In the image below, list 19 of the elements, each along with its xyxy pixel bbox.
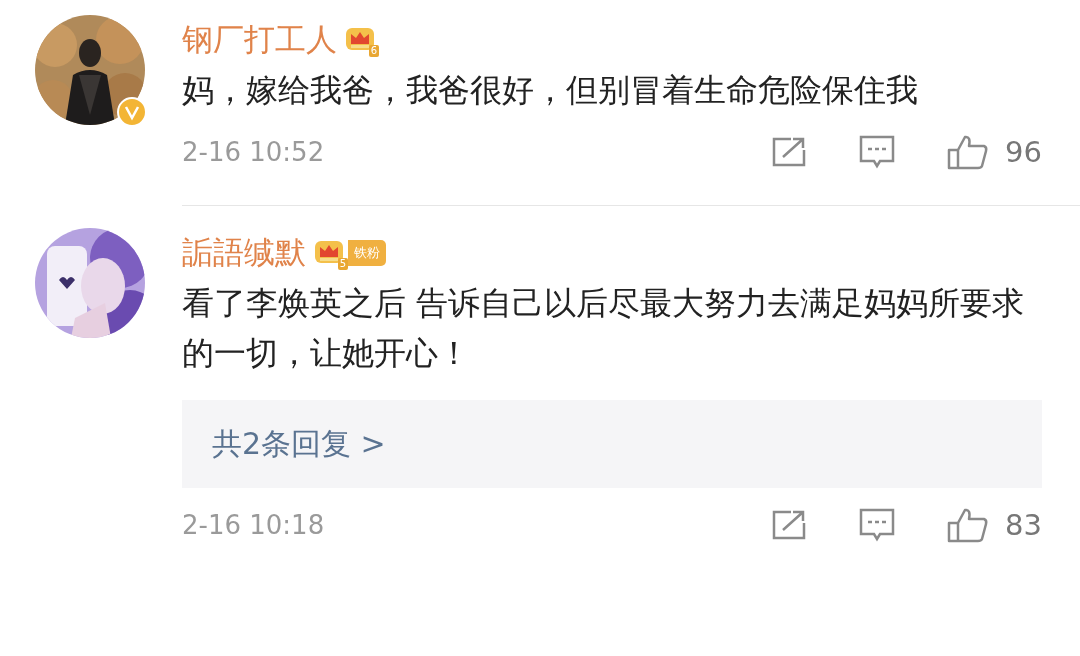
level-number: 5 [337, 258, 348, 270]
fan-tag: 铁粉 [348, 240, 386, 266]
comment-text: 妈，嫁给我爸，我爸很好，但别冒着生命危险保住我 [182, 70, 919, 111]
comment-icon[interactable] [859, 135, 896, 169]
user-name[interactable]: 詬語缄默 [182, 232, 306, 274]
verified-badge-icon [117, 97, 147, 127]
like-icon[interactable] [947, 507, 990, 543]
level-number: 6 [368, 45, 379, 57]
like-count: 83 [1005, 508, 1042, 542]
share-icon[interactable] [771, 509, 808, 541]
comment-time: 2-16 10:18 [182, 510, 325, 540]
comment-text: 看了李焕英之后 告诉自己以后尽最大努力去满足妈妈所要求的一切，让她开心！ [182, 283, 1026, 374]
user-name[interactable]: 钢厂打工人 [182, 19, 337, 61]
replies-link[interactable]: 共2条回复 > [182, 400, 1042, 488]
share-icon[interactable] [771, 136, 808, 168]
comment-icon[interactable] [859, 508, 896, 542]
like-icon[interactable] [947, 134, 990, 170]
comment-time: 2-16 10:52 [182, 137, 325, 167]
like-count: 96 [1005, 135, 1042, 169]
